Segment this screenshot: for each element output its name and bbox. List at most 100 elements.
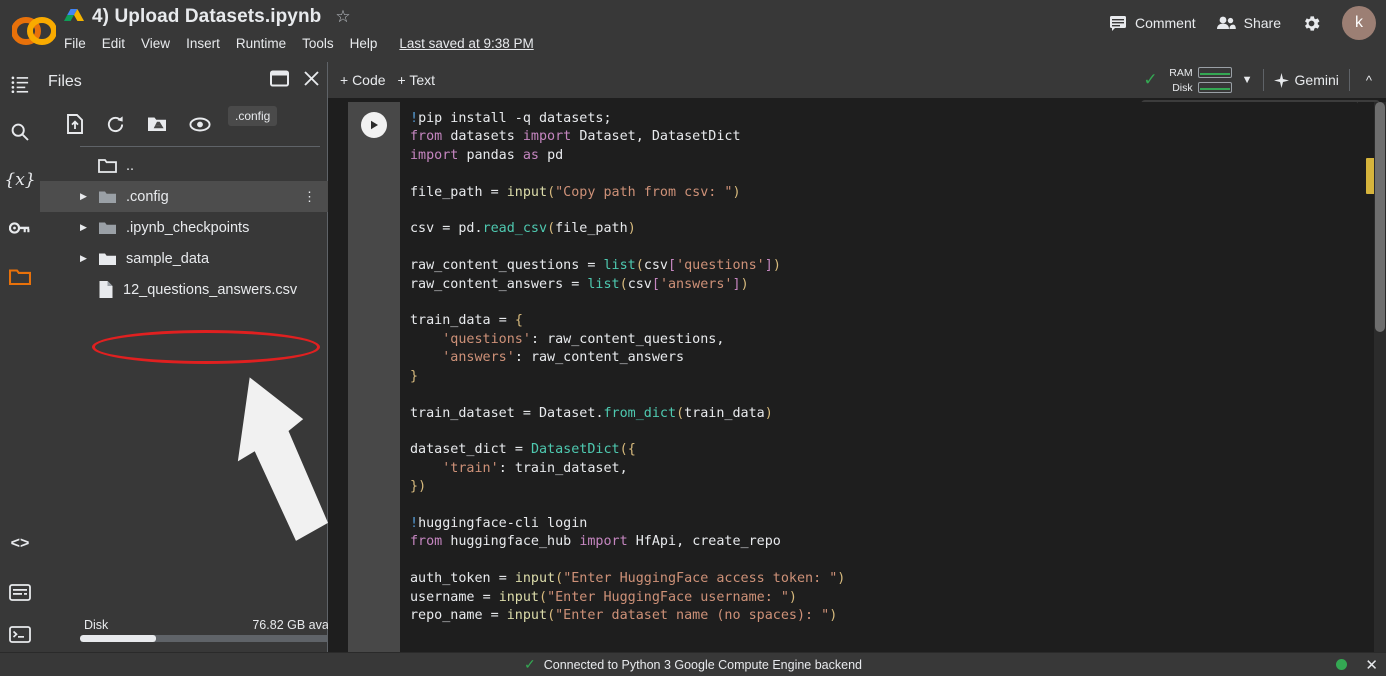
sparkle-icon	[1274, 73, 1289, 88]
mount-drive-panel-icon[interactable]	[270, 70, 289, 87]
menu-file[interactable]: File	[64, 36, 86, 51]
file-tree: ▶ .. ▶ .config ⋮	[40, 150, 328, 305]
avatar[interactable]: k	[1342, 6, 1376, 40]
google-drive-icon	[64, 8, 84, 26]
add-text-cell-button[interactable]: + Text	[398, 72, 436, 88]
divider	[1349, 69, 1350, 91]
folder-icon	[98, 189, 117, 205]
resource-usage-indicator[interactable]: RAM Disk	[1168, 67, 1232, 94]
list-item[interactable]: ▶ 12_questions_answers.csv	[40, 274, 328, 305]
list-item[interactable]: ▶ .ipynb_checkpoints	[40, 212, 328, 243]
notebook-area: + Code + Text ✓ RAM Disk ▼	[328, 62, 1386, 652]
code-snippets-icon[interactable]: <>	[6, 530, 34, 558]
secrets-key-icon[interactable]	[6, 214, 34, 242]
notebook-toolbar-right: ✓ RAM Disk ▼ Gemi	[1143, 62, 1378, 98]
folder-icon	[98, 251, 117, 267]
list-item-label: ..	[126, 158, 134, 174]
cell-gutter	[348, 102, 400, 652]
files-header-actions	[270, 70, 320, 87]
menu-bar: File Edit View Insert Runtime Tools Help…	[64, 36, 534, 51]
disk-usage-row: Disk 76.82 GB available	[80, 618, 362, 635]
scrollbar-thumb[interactable]	[1375, 102, 1385, 332]
chevron-right-icon[interactable]: ▶	[80, 191, 96, 202]
disk-usage: Disk 76.82 GB available	[80, 618, 362, 642]
menu-insert[interactable]: Insert	[186, 36, 220, 51]
close-icon[interactable]: ✕	[1365, 656, 1378, 674]
people-icon	[1216, 15, 1236, 31]
upload-icon[interactable]	[66, 114, 84, 134]
chevron-up-icon[interactable]: ^	[1360, 73, 1378, 88]
disk-gauge	[1198, 82, 1232, 93]
eye-icon[interactable]	[189, 117, 211, 132]
colab-app: 4) Upload Datasets.ipynb ☆ File Edit Vie…	[0, 0, 1386, 676]
ram-label: RAM	[1168, 67, 1193, 79]
menu-edit[interactable]: Edit	[102, 36, 125, 51]
comment-label: Comment	[1135, 15, 1196, 31]
disk-label: Disk	[84, 618, 108, 632]
chevron-down-icon[interactable]: ▼	[1242, 74, 1253, 86]
colab-logo[interactable]	[12, 16, 56, 46]
chevron-right-icon[interactable]: ▶	[80, 253, 96, 264]
star-icon[interactable]: ☆	[335, 7, 350, 27]
connected-check-icon: ✓	[1143, 70, 1157, 90]
code-cell: !pip install -q datasets;from datasets i…	[348, 102, 1358, 652]
ram-row: RAM	[1168, 67, 1232, 79]
notebook-title-row: 4) Upload Datasets.ipynb ☆	[64, 6, 351, 28]
refresh-icon[interactable]	[106, 115, 125, 134]
list-item[interactable]: ▶ .config ⋮	[40, 181, 328, 212]
table-of-contents-icon[interactable]	[6, 70, 34, 98]
mount-drive-icon[interactable]	[147, 115, 167, 133]
list-item-label: 12_questions_answers.csv	[123, 282, 297, 298]
files-divider	[80, 146, 320, 147]
folder-open-icon	[98, 158, 117, 174]
menu-help[interactable]: Help	[350, 36, 378, 51]
share-button[interactable]: Share	[1216, 15, 1281, 31]
gemini-button[interactable]: Gemini	[1274, 72, 1339, 88]
variables-icon[interactable]: {x}	[6, 166, 34, 194]
files-toolbar	[48, 106, 320, 142]
list-item[interactable]: ▶ ..	[40, 150, 328, 181]
status-indicator-dot	[1336, 659, 1347, 670]
menu-tools[interactable]: Tools	[302, 36, 334, 51]
status-bar: ✓ Connected to Python 3 Google Compute E…	[0, 652, 1386, 676]
caret-placeholder: ▶	[80, 284, 96, 295]
list-item-label: .config	[126, 189, 169, 205]
add-code-cell-button[interactable]: + Code	[340, 72, 386, 88]
ram-gauge	[1198, 67, 1232, 78]
comment-icon	[1109, 14, 1127, 32]
search-icon[interactable]	[6, 118, 34, 146]
disk-row: Disk	[1168, 82, 1232, 94]
status-message: Connected to Python 3 Google Compute Eng…	[544, 658, 862, 672]
gear-icon	[1301, 13, 1322, 34]
settings-button[interactable]	[1301, 13, 1322, 34]
command-palette-icon[interactable]	[6, 578, 34, 606]
header-actions: Comment Share k	[1109, 6, 1376, 40]
more-options-icon[interactable]: ⋮	[303, 189, 316, 205]
code-editor[interactable]: !pip install -q datasets;from datasets i…	[400, 102, 1358, 652]
status-check-icon: ✓	[524, 656, 536, 673]
files-icon[interactable]	[6, 262, 34, 290]
menu-runtime[interactable]: Runtime	[236, 36, 286, 51]
comment-button[interactable]: Comment	[1109, 14, 1196, 32]
menu-view[interactable]: View	[141, 36, 170, 51]
chevron-right-icon[interactable]: ▶	[80, 222, 96, 233]
share-label: Share	[1244, 15, 1281, 31]
file-icon	[98, 280, 114, 299]
left-icon-rail: {x} <>	[0, 62, 40, 652]
divider	[1263, 69, 1264, 91]
list-item[interactable]: ▶ sample_data	[40, 243, 328, 274]
caret-placeholder: ▶	[80, 160, 96, 171]
notebook-scrollbar[interactable]	[1374, 102, 1386, 652]
last-saved-label[interactable]: Last saved at 9:38 PM	[399, 36, 533, 51]
notebook-toolbar: + Code + Text ✓ RAM Disk ▼	[328, 62, 1386, 98]
close-panel-icon[interactable]	[303, 70, 320, 87]
files-panel-title: Files	[48, 73, 82, 91]
list-item-label: sample_data	[126, 251, 209, 267]
disk-progress-track	[80, 635, 362, 642]
app-header: 4) Upload Datasets.ipynb ☆ File Edit Vie…	[0, 0, 1386, 62]
red-circle-annotation	[92, 330, 320, 364]
terminal-icon[interactable]	[6, 620, 34, 648]
disk-progress-fill	[80, 635, 156, 642]
list-item-label: .ipynb_checkpoints	[126, 220, 249, 236]
run-cell-icon[interactable]	[361, 112, 387, 138]
